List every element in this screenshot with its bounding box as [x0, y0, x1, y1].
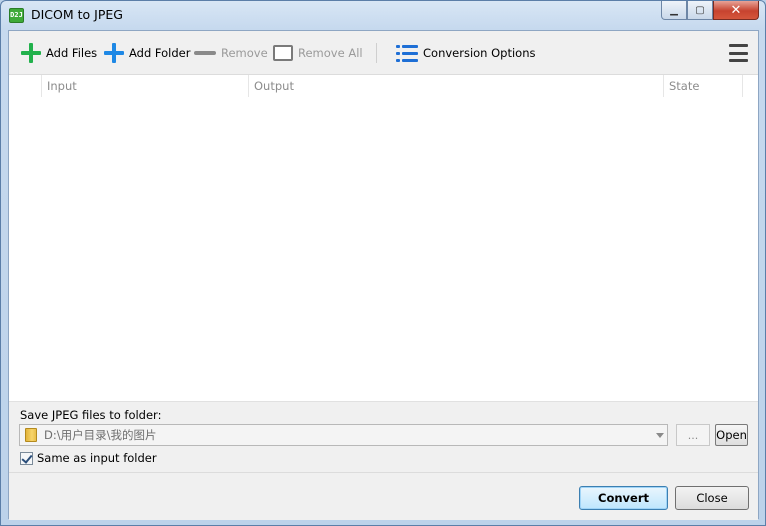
plus-icon [21, 43, 41, 63]
column-header-output[interactable]: Output [248, 75, 663, 97]
remove-button[interactable]: Remove [194, 43, 268, 63]
app-window: D2J DICOM to JPEG ▁ ▢ ✕ Add Files Add Fo… [0, 0, 766, 526]
toolbar: Add Files Add Folder Remove Remove All C… [9, 31, 758, 75]
folder-path-combobox[interactable]: D:\用户目录\我的图片 [19, 424, 668, 446]
list-icon [396, 44, 418, 62]
same-as-input-option[interactable]: Same as input folder [20, 451, 157, 465]
toolbar-divider [376, 43, 377, 63]
maximize-icon: ▢ [695, 4, 705, 16]
open-folder-button[interactable]: Open [715, 424, 748, 446]
add-folder-button[interactable]: Add Folder [104, 43, 190, 63]
folder-icon [25, 428, 37, 442]
close-button[interactable]: Close [675, 486, 749, 510]
close-icon: ✕ [730, 2, 742, 18]
maximize-button[interactable]: ▢ [687, 1, 713, 20]
plus-icon [104, 43, 124, 63]
remove-all-label: Remove All [298, 46, 363, 60]
window-title: DICOM to JPEG [31, 7, 123, 22]
output-settings: Save JPEG files to folder: D:\用户目录\我的图片 … [9, 402, 758, 472]
folder-path-value: D:\用户目录\我的图片 [44, 428, 157, 442]
client-area: Add Files Add Folder Remove Remove All C… [8, 30, 759, 520]
minimize-icon: ▁ [670, 4, 678, 16]
same-as-input-label: Same as input folder [37, 451, 157, 465]
save-folder-label: Save JPEG files to folder: [20, 408, 162, 422]
convert-button[interactable]: Convert [579, 486, 668, 510]
square-icon [273, 45, 293, 61]
column-header-input[interactable]: Input [41, 75, 248, 97]
chevron-down-icon[interactable] [656, 433, 664, 438]
add-files-button[interactable]: Add Files [21, 43, 97, 63]
title-bar[interactable]: D2J DICOM to JPEG ▁ ▢ ✕ [1, 1, 765, 30]
column-header-state[interactable]: State [663, 75, 743, 97]
same-as-input-checkbox[interactable] [20, 451, 33, 465]
minimize-button[interactable]: ▁ [661, 1, 687, 20]
window-controls: ▁ ▢ ✕ [661, 1, 759, 21]
remove-label: Remove [221, 46, 268, 60]
close-window-button[interactable]: ✕ [713, 1, 759, 20]
minus-icon [194, 51, 216, 55]
conversion-options-label: Conversion Options [423, 46, 536, 60]
file-list[interactable]: Input Output State [9, 75, 758, 402]
dialog-footer: Convert Close [9, 472, 758, 520]
browse-button[interactable]: ... [676, 424, 710, 446]
app-icon: D2J [9, 8, 24, 23]
add-folder-label: Add Folder [129, 46, 191, 60]
list-header: Input Output State [9, 75, 758, 97]
remove-all-button[interactable]: Remove All [273, 43, 363, 63]
conversion-options-button[interactable]: Conversion Options [396, 43, 536, 63]
add-files-label: Add Files [46, 46, 98, 60]
hamburger-menu-icon[interactable] [729, 44, 748, 62]
